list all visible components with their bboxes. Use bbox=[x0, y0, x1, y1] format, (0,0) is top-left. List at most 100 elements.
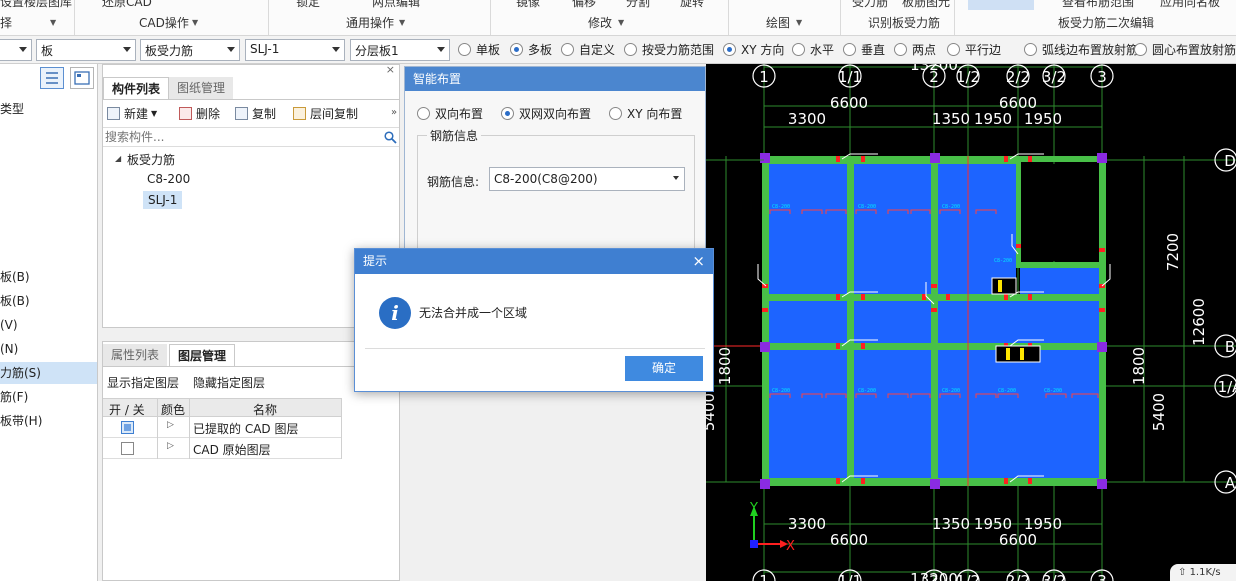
radio-multi-slab[interactable]: 多板 bbox=[510, 41, 552, 58]
list-view-icon[interactable] bbox=[40, 67, 64, 89]
axis-label: 2/2 bbox=[1006, 572, 1030, 581]
chevron-down-icon: ▼ bbox=[399, 18, 406, 27]
layer-toggle-checkbox[interactable] bbox=[121, 421, 134, 434]
ok-button[interactable]: 确定 bbox=[625, 356, 703, 381]
axis-label: 1/A bbox=[1218, 378, 1236, 396]
axis-label: 3 bbox=[1097, 68, 1107, 86]
layer-select[interactable]: 分层板1 bbox=[350, 39, 450, 61]
dim-text: 5400 bbox=[1150, 393, 1168, 431]
nav-item-slab-2[interactable]: 板(B) bbox=[0, 290, 97, 312]
radio-indicator bbox=[501, 107, 514, 120]
options-bar: 板 板受力筋 SLJ-1 分层板1 单板 多板 自定义 按受力筋范围 XY 方向… bbox=[0, 36, 1236, 64]
ribbon-btn-rotate[interactable]: 旋转 bbox=[680, 0, 704, 10]
type-select[interactable]: 板受力筋 bbox=[140, 39, 240, 61]
rebar-info-select[interactable]: C8-200(C8@200) bbox=[489, 167, 685, 191]
tree-item-slj-1[interactable]: SLJ-1 bbox=[143, 191, 183, 209]
close-icon[interactable]: × bbox=[692, 252, 705, 270]
alert-dialog: 提示 × i 无法合并成一个区域 确定 bbox=[354, 248, 714, 392]
new-button[interactable]: 新建 ▼ bbox=[107, 105, 157, 122]
axis-label: 3 bbox=[1097, 572, 1107, 581]
radio-indicator bbox=[458, 43, 471, 56]
close-icon[interactable]: × bbox=[386, 65, 395, 76]
floor-select[interactable] bbox=[0, 39, 32, 61]
dim-text: 1800 bbox=[1130, 347, 1148, 385]
rebar-mark: C8-200 bbox=[994, 258, 1012, 264]
grid-view-icon[interactable] bbox=[70, 67, 94, 89]
ribbon-btn-layer-lib[interactable]: 设置楼层图库 bbox=[0, 0, 72, 10]
ribbon-group-draw[interactable]: 绘图 bbox=[766, 14, 790, 31]
axis-label: A bbox=[1225, 474, 1236, 492]
tab-drawing-management[interactable]: 图纸管理 bbox=[169, 77, 234, 99]
radio-double-net-bidirectional[interactable]: 双网双向布置 bbox=[501, 105, 591, 122]
dim-text: 7200 bbox=[1164, 233, 1182, 271]
cad-drawing[interactable]: C8-200 C8-200 C8-200 C8-200 C8-200 C8-20… bbox=[706, 64, 1236, 581]
search-icon[interactable] bbox=[384, 131, 397, 144]
nav-item-slab-band[interactable]: 板带(H) bbox=[0, 410, 97, 432]
nav-item-slab[interactable]: 板(B) bbox=[0, 266, 97, 288]
radio-indicator bbox=[843, 43, 856, 56]
ribbon-group-recognize: 识别板受力筋 bbox=[868, 16, 941, 30]
speed-indicator: ⇧ 1.1K/s bbox=[1170, 564, 1236, 581]
ribbon-btn-apply-same-name[interactable]: 应用同名板 bbox=[1160, 0, 1220, 10]
rebar-mark: C8-200 bbox=[772, 204, 790, 210]
chevron-down-icon bbox=[437, 47, 445, 52]
radio-center-radial[interactable]: 圆心布置放射筋 bbox=[1134, 41, 1236, 58]
axis-label: 1 bbox=[759, 572, 769, 581]
radio-arc-radial[interactable]: 弧线边布置放射筋 bbox=[1024, 41, 1138, 58]
ribbon-btn-offset[interactable]: 偏移 bbox=[572, 0, 596, 10]
rebar-info-group bbox=[417, 135, 695, 255]
tab-property-list[interactable]: 属性列表 bbox=[103, 344, 168, 366]
cad-canvas[interactable]: C8-200 C8-200 C8-200 C8-200 C8-200 C8-20… bbox=[706, 64, 1236, 581]
dim-text: 1950 bbox=[1024, 110, 1062, 128]
chevron-down-icon: ▼ bbox=[192, 18, 199, 27]
nav-item-v[interactable]: (V) bbox=[0, 314, 97, 336]
radio-single-slab[interactable]: 单板 bbox=[458, 41, 500, 58]
radio-xy-placement[interactable]: XY 向布置 bbox=[609, 105, 682, 122]
nav-item-type[interactable]: 类型 bbox=[0, 98, 97, 120]
tree-item-c8-200[interactable]: C8-200 bbox=[147, 172, 190, 186]
tab-component-list[interactable]: 构件列表 bbox=[103, 77, 170, 99]
tree-root[interactable]: 板受力筋 bbox=[127, 151, 175, 168]
chevron-down-icon bbox=[19, 47, 27, 52]
ribbon-group-common[interactable]: 通用操作 bbox=[346, 14, 394, 31]
more-icon[interactable]: » bbox=[391, 107, 397, 118]
radio-xy-direction[interactable]: XY 方向 bbox=[723, 41, 784, 58]
ribbon-btn-restore-cad[interactable]: 还原CAD bbox=[102, 0, 152, 10]
nav-item-main-rebar[interactable]: 力筋(S) bbox=[0, 362, 97, 384]
ribbon-group-modify[interactable]: 修改 bbox=[588, 14, 612, 31]
rebar-info-label: 钢筋信息: bbox=[427, 175, 480, 189]
ribbon-btn-view-range[interactable]: 查看布筋范围 bbox=[1062, 0, 1134, 10]
ribbon-btn-mirror[interactable]: 镜像 bbox=[516, 0, 540, 10]
hide-layer-button[interactable]: 隐藏指定图层 bbox=[193, 374, 265, 391]
rebar-mark: C8-200 bbox=[858, 204, 876, 210]
ribbon-btn-split[interactable]: 分割 bbox=[626, 0, 650, 10]
ribbon-btn-slab-rebar-element[interactable]: 板筋图元 bbox=[902, 0, 950, 10]
component-select[interactable]: SLJ-1 bbox=[245, 39, 345, 61]
nav-item-rebar-f[interactable]: 筋(F) bbox=[0, 386, 97, 408]
radio-custom[interactable]: 自定义 bbox=[561, 41, 615, 58]
chevron-right-icon[interactable]: ▷ bbox=[167, 441, 174, 451]
tree-expand-icon[interactable]: ◢ bbox=[115, 154, 121, 163]
copy-button[interactable]: 复制 bbox=[235, 105, 276, 122]
radio-by-rebar-range[interactable]: 按受力筋范围 bbox=[624, 41, 714, 58]
ribbon-group-cad[interactable]: CAD操作 bbox=[139, 14, 189, 31]
chevron-down-icon: ▼ bbox=[796, 18, 803, 27]
radio-parallel-edge[interactable]: 平行边 bbox=[947, 41, 1001, 58]
layer-copy-button[interactable]: 层间复制 bbox=[293, 105, 358, 122]
radio-bidirectional[interactable]: 双向布置 bbox=[417, 105, 483, 122]
layer-toggle-checkbox[interactable] bbox=[121, 442, 134, 455]
rebar-mark: C8-200 bbox=[858, 388, 876, 394]
category-select[interactable]: 板 bbox=[36, 39, 136, 61]
ribbon-btn-two-point-edit[interactable]: 两点编辑 bbox=[372, 0, 420, 10]
radio-horizontal[interactable]: 水平 bbox=[792, 41, 834, 58]
radio-vertical[interactable]: 垂直 bbox=[843, 41, 885, 58]
show-layer-button[interactable]: 显示指定图层 bbox=[107, 374, 179, 391]
chevron-right-icon[interactable]: ▷ bbox=[167, 420, 174, 430]
ribbon-btn-main-rebar[interactable]: 受力筋 bbox=[852, 0, 888, 10]
radio-two-points[interactable]: 两点 bbox=[894, 41, 936, 58]
tab-layer-management[interactable]: 图层管理 bbox=[169, 344, 236, 366]
delete-button[interactable]: 删除 bbox=[179, 105, 220, 122]
ribbon-btn-lock[interactable]: 锁定 bbox=[296, 0, 320, 10]
nav-item-n[interactable]: (N) bbox=[0, 338, 97, 360]
search-input[interactable] bbox=[105, 129, 375, 145]
